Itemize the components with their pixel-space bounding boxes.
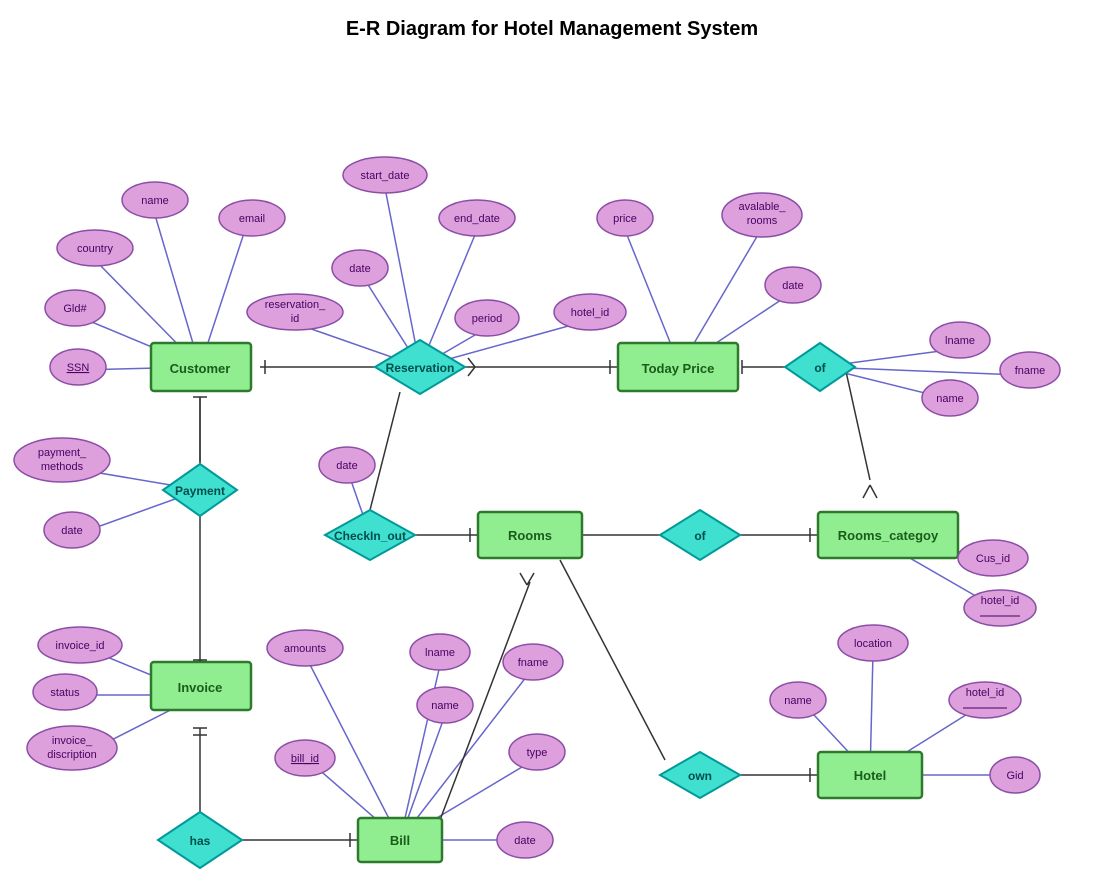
customer-label: Customer [170, 361, 231, 376]
invoice-label: Invoice [178, 680, 223, 695]
svg-text:name: name [936, 393, 964, 405]
svg-text:payment_: payment_ [38, 447, 87, 459]
roomscategoy-label: Rooms_categoy [838, 528, 939, 543]
svg-text:hotel_id: hotel_id [571, 307, 610, 319]
svg-text:bill_id: bill_id [291, 753, 319, 765]
svg-text:Gld#: Gld# [63, 303, 87, 315]
svg-text:id: id [291, 313, 300, 325]
svg-text:name: name [141, 195, 169, 207]
svg-text:name: name [784, 695, 812, 707]
svg-text:lname: lname [425, 647, 455, 659]
svg-text:date: date [782, 280, 803, 292]
bill-label: Bill [390, 833, 410, 848]
er-diagram: E-R Diagram for Hotel Management System [0, 0, 1105, 891]
svg-text:status: status [50, 687, 80, 699]
diagram-title: E-R Diagram for Hotel Management System [346, 18, 758, 40]
svg-text:email: email [239, 213, 265, 225]
todayprice-label: Today Price [642, 361, 715, 376]
svg-text:location: location [854, 638, 892, 650]
attr-invdesc [27, 726, 117, 770]
svg-text:end_date: end_date [454, 213, 500, 225]
svg-text:fname: fname [1015, 365, 1046, 377]
svg-text:Gid: Gid [1006, 770, 1023, 782]
svg-text:type: type [527, 747, 548, 759]
svg-text:invoice_: invoice_ [52, 735, 93, 747]
svg-text:period: period [472, 313, 503, 325]
svg-text:Cus_id: Cus_id [976, 553, 1010, 565]
hotel-label: Hotel [854, 768, 887, 783]
svg-text:price: price [613, 213, 637, 225]
svg-text:amounts: amounts [284, 643, 327, 655]
of2-label: of [694, 529, 706, 543]
svg-text:country: country [77, 243, 114, 255]
svg-text:start_date: start_date [361, 170, 410, 182]
svg-text:date: date [336, 460, 357, 472]
svg-text:discription: discription [47, 749, 97, 761]
of1-label: of [814, 361, 826, 375]
reservation-label: Reservation [386, 361, 455, 375]
svg-text:avalable_: avalable_ [738, 201, 786, 213]
payment-label: Payment [175, 484, 225, 498]
svg-text:rooms: rooms [747, 215, 778, 227]
svg-text:hotel_id: hotel_id [966, 687, 1005, 699]
checkinout-label: CheckIn_out [334, 529, 406, 543]
svg-text:invoice_id: invoice_id [56, 640, 105, 652]
svg-text:methods: methods [41, 461, 84, 473]
svg-text:reservation_: reservation_ [265, 299, 326, 311]
attr-paymethods [14, 438, 110, 482]
svg-text:date: date [61, 525, 82, 537]
svg-text:date: date [349, 263, 370, 275]
svg-text:SSN: SSN [67, 362, 90, 374]
svg-text:name: name [431, 700, 459, 712]
own-label: own [688, 769, 712, 783]
svg-text:date: date [514, 835, 535, 847]
svg-text:lname: lname [945, 335, 975, 347]
rooms-label: Rooms [508, 528, 552, 543]
svg-text:hotel_id: hotel_id [981, 595, 1020, 607]
has-label: has [190, 834, 211, 848]
svg-text:fname: fname [518, 657, 549, 669]
